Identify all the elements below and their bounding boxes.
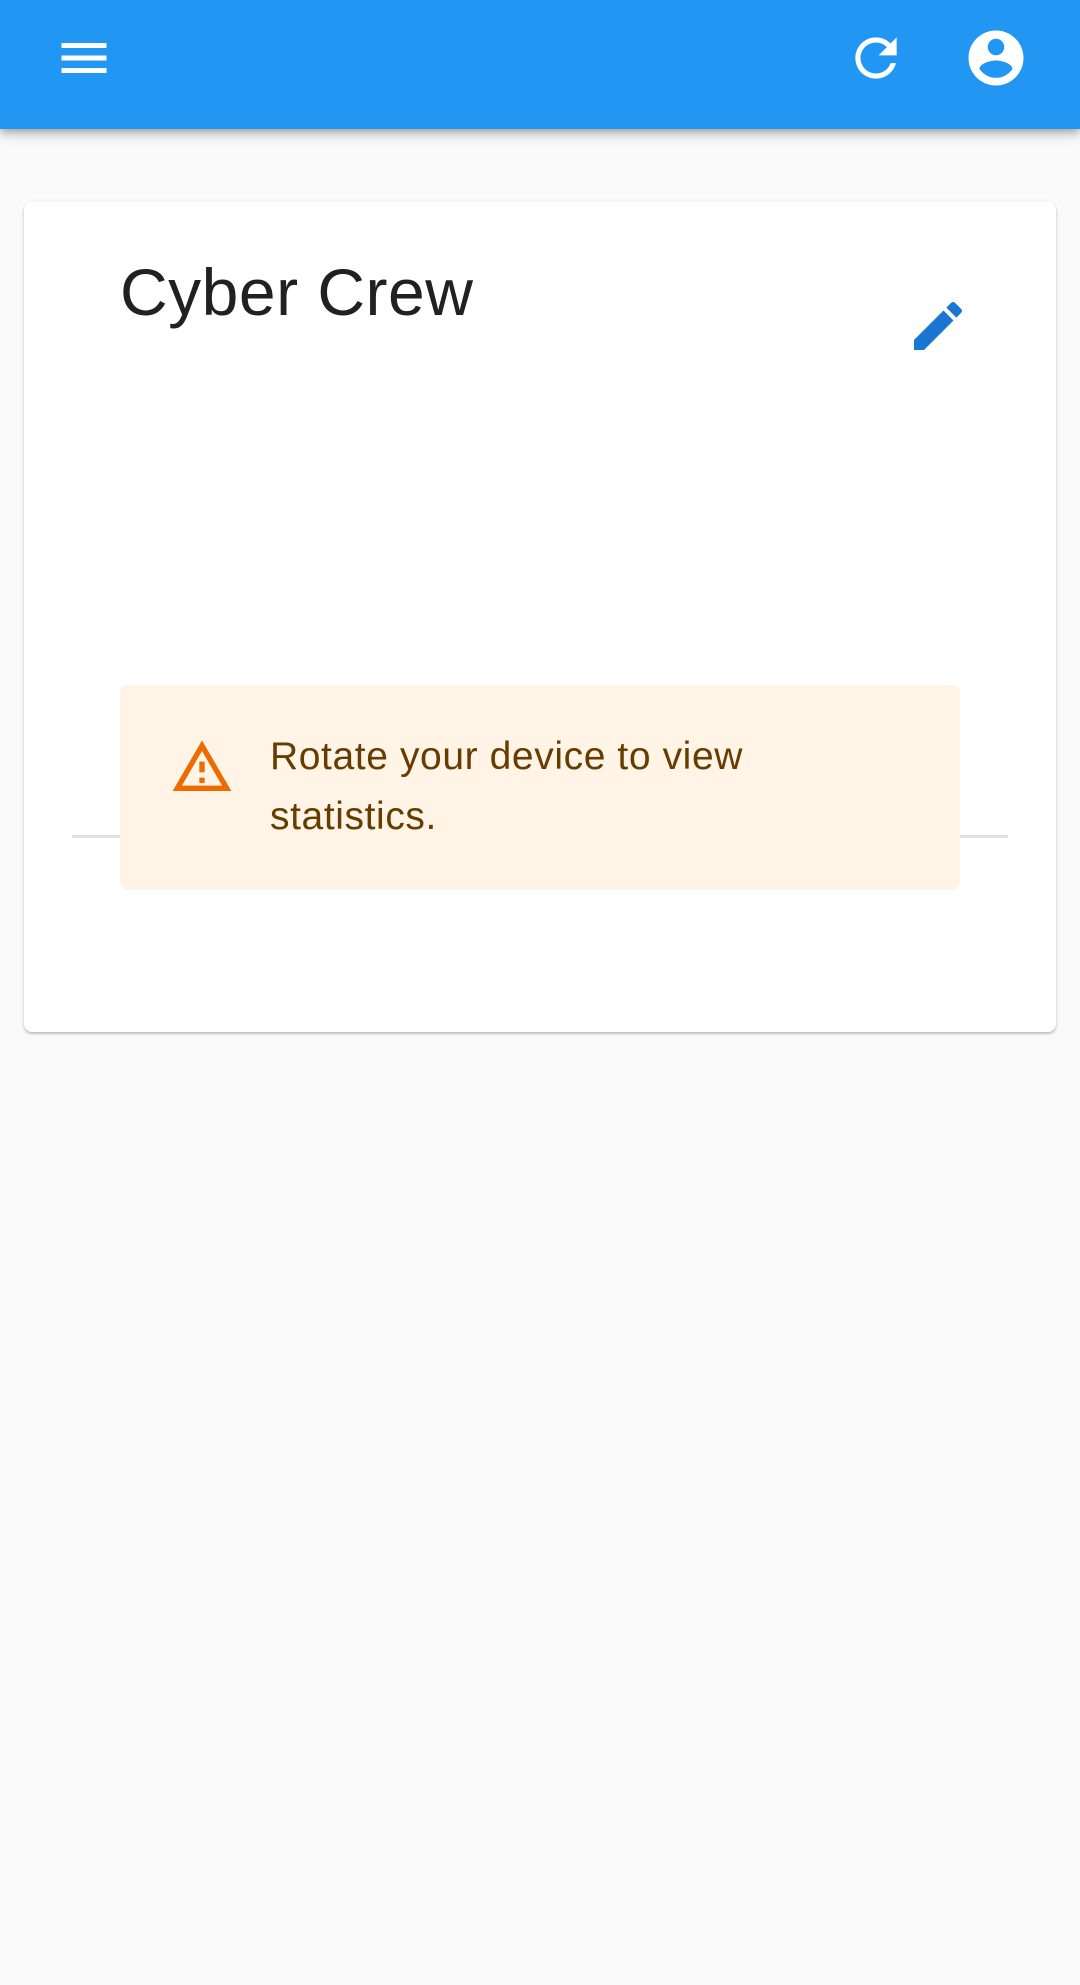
warning-alert: Rotate your device to view statistics. [120, 685, 960, 890]
team-card: Cyber Crew Rotate your device to view st… [24, 202, 1056, 1032]
menu-button[interactable] [36, 10, 132, 106]
menu-icon [61, 43, 107, 73]
edit-pencil-icon [914, 301, 963, 350]
team-title: Cyber Crew [120, 255, 474, 329]
app-bar [0, 0, 1080, 129]
edit-button[interactable] [890, 278, 986, 374]
account-circle-icon [968, 30, 1024, 86]
account-button[interactable] [948, 10, 1044, 106]
refresh-button[interactable] [828, 10, 924, 106]
alert-message: Rotate your device to view statistics. [270, 735, 743, 838]
warning-triangle-icon [172, 740, 232, 791]
refresh-icon [855, 37, 897, 79]
